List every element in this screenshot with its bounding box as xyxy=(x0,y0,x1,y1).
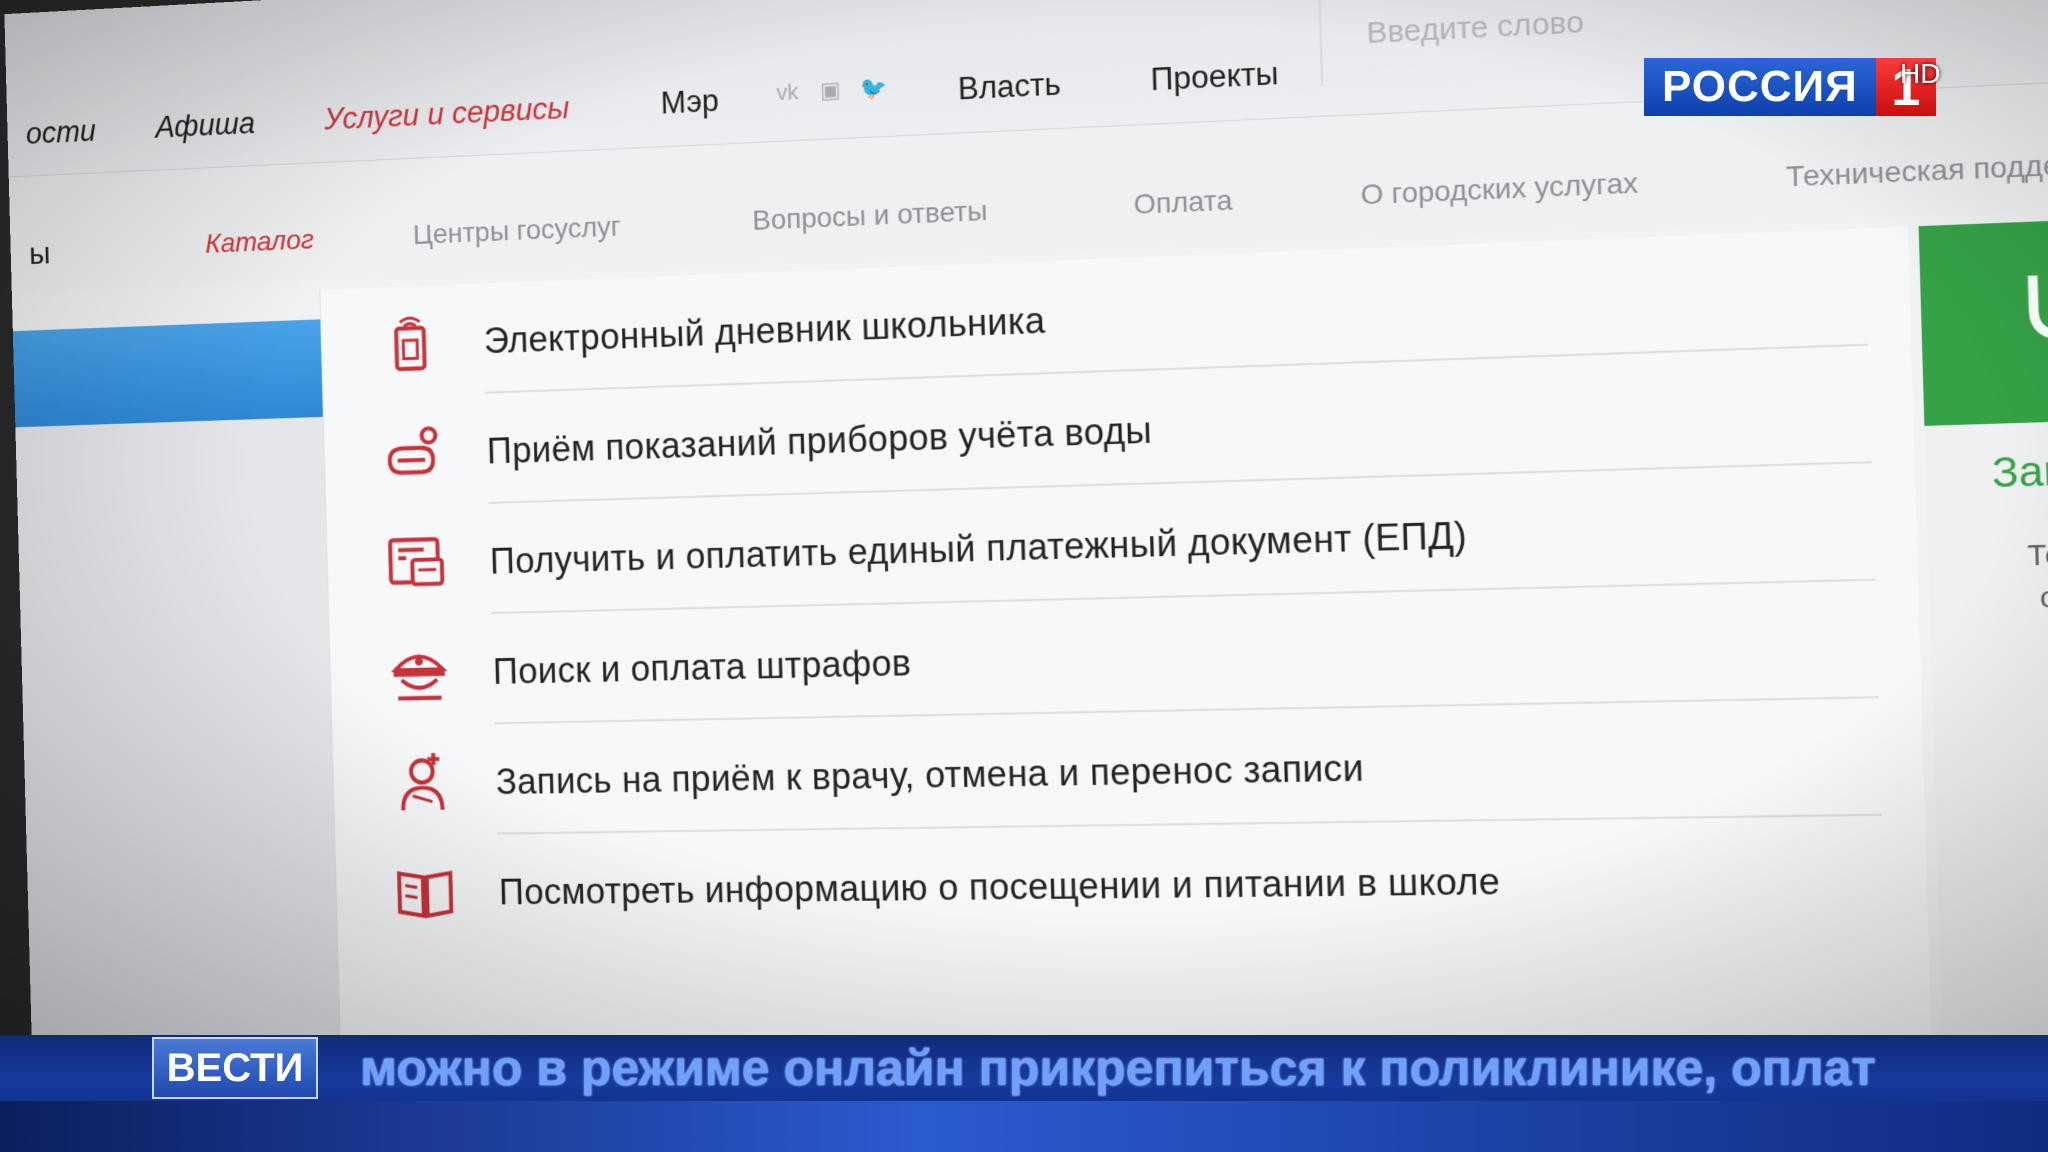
nav-divider xyxy=(1317,0,1324,87)
widget-title[interactable]: Зап xyxy=(1991,448,2048,498)
twitter-icon[interactable]: 🐦 xyxy=(859,75,887,102)
widget-text-line2: одн xyxy=(2039,579,2048,614)
nav-item-projects[interactable]: Проекты xyxy=(1150,56,1279,99)
stethoscope-icon xyxy=(2008,260,2048,381)
subnav-left-fragment: ы xyxy=(28,235,51,271)
tab-tech-support[interactable]: Техническая поддер xyxy=(1786,148,2048,194)
services-list: Электронный дневник школьника Приём пока… xyxy=(319,226,1933,1072)
payment-document-icon xyxy=(384,529,449,595)
ticker-text: можно в режиме онлайн прикрепиться к пол… xyxy=(360,1040,1876,1096)
doctor-appointment-widget[interactable]: Зап Теп одн xyxy=(1918,214,2048,1072)
web-page: ости Афиша Услуги и сервисы Мэр vk ▣ 🐦 В… xyxy=(4,0,2048,1072)
traffic-police-cap-icon xyxy=(387,639,452,705)
widget-text-line1: Теп xyxy=(2027,537,2048,572)
doctor-icon xyxy=(390,749,455,815)
nav-item-news[interactable]: ости xyxy=(26,114,97,152)
news-ticker: ВЕСТИ можно в режиме онлайн прикрепиться… xyxy=(0,1035,2048,1152)
ticker-background xyxy=(0,1101,2048,1152)
service-label[interactable]: Запись на приём к врачу, отмена и перено… xyxy=(495,747,1364,803)
open-book-icon xyxy=(393,859,458,924)
channel-logo: РОССИЯ 1 xyxy=(1644,58,1936,117)
tab-catalog[interactable]: Каталог xyxy=(205,224,314,260)
vk-icon[interactable]: vk xyxy=(776,79,798,106)
tab-service-centers[interactable]: Центры госуслуг xyxy=(413,211,621,251)
school-diary-icon xyxy=(378,309,443,376)
water-meter-icon xyxy=(381,419,446,486)
widget-header xyxy=(1918,214,2048,426)
search-input[interactable] xyxy=(1365,0,1643,60)
service-label[interactable]: Приём показаний приборов учёта воды xyxy=(486,409,1152,472)
channel-name: РОССИЯ xyxy=(1644,58,1876,116)
category-sidebar xyxy=(15,416,342,1072)
nav-item-afisha[interactable]: Афиша xyxy=(155,106,255,146)
nav-item-government[interactable]: Власть xyxy=(957,66,1061,107)
nav-item-services[interactable]: Услуги и сервисы xyxy=(324,90,570,137)
service-label[interactable]: Поиск и оплата штрафов xyxy=(492,642,911,693)
service-label[interactable]: Электронный дневник школьника xyxy=(483,299,1046,362)
instagram-icon[interactable]: ▣ xyxy=(820,77,841,104)
service-label[interactable]: Посмотреть информацию о посещении и пита… xyxy=(498,860,1500,913)
hd-badge: HD xyxy=(1900,58,1941,89)
tab-faq[interactable]: Вопросы и ответы xyxy=(752,195,988,237)
list-item[interactable]: Посмотреть информацию о посещении и пита… xyxy=(335,815,1929,946)
tab-about-services[interactable]: О городских услугах xyxy=(1360,167,1638,212)
category-selected[interactable] xyxy=(12,318,352,428)
tab-payment[interactable]: Оплата xyxy=(1133,184,1233,221)
program-logo: ВЕСТИ xyxy=(152,1037,318,1099)
nav-item-mayor[interactable]: Мэр xyxy=(660,83,719,122)
service-label[interactable]: Получить и оплатить единый платежный док… xyxy=(489,514,1467,582)
